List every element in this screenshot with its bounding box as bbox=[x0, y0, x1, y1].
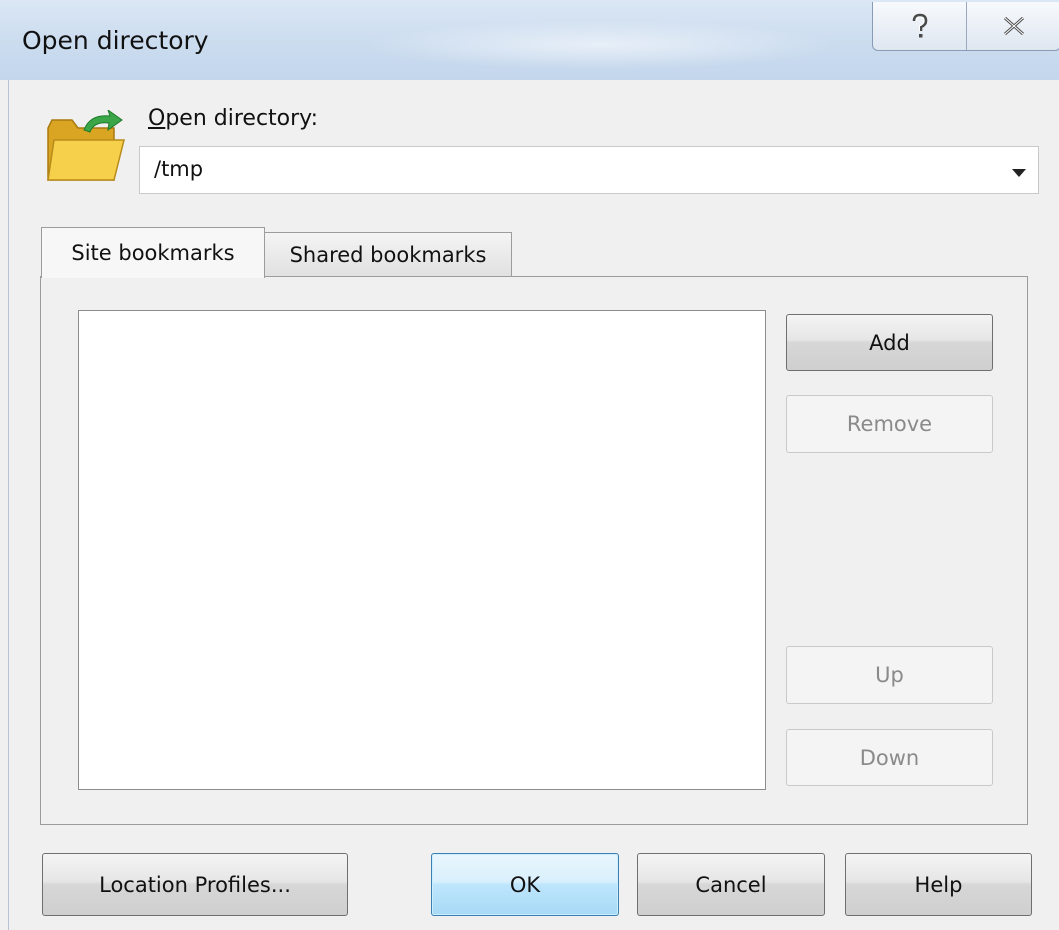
bookmarks-list[interactable] bbox=[78, 310, 766, 790]
open-directory-label-text: pen directory: bbox=[165, 106, 318, 131]
title-bar-glass bbox=[360, 20, 840, 70]
up-button[interactable]: Up bbox=[786, 646, 993, 704]
open-directory-mnemonic: O bbox=[148, 106, 166, 131]
help-button[interactable]: Help bbox=[845, 853, 1032, 916]
open-directory-input[interactable]: /tmp bbox=[154, 157, 203, 181]
window-title: Open directory bbox=[22, 26, 209, 55]
help-glyph bbox=[912, 13, 927, 38]
ok-button[interactable]: OK bbox=[431, 853, 619, 916]
remove-button[interactable]: Remove bbox=[786, 395, 993, 453]
folder-open-icon bbox=[44, 108, 126, 184]
down-button[interactable]: Down bbox=[786, 729, 993, 786]
open-directory-combobox[interactable]: /tmp bbox=[139, 146, 1039, 194]
help-icon[interactable] bbox=[873, 2, 966, 50]
title-bar: Open directory bbox=[0, 0, 1059, 80]
cancel-button[interactable]: Cancel bbox=[637, 853, 825, 916]
close-icon[interactable] bbox=[966, 2, 1059, 50]
tab-site-bookmarks[interactable]: Site bookmarks bbox=[41, 227, 265, 278]
open-directory-label: Open directory: bbox=[148, 106, 318, 131]
add-button[interactable]: Add bbox=[786, 314, 993, 371]
close-glyph bbox=[1003, 16, 1024, 36]
window-controls bbox=[872, 2, 1059, 51]
tab-shared-bookmarks[interactable]: Shared bookmarks bbox=[264, 232, 512, 277]
chevron-down-icon[interactable] bbox=[1012, 169, 1026, 177]
location-profiles-button[interactable]: Location Profiles... bbox=[42, 853, 348, 916]
